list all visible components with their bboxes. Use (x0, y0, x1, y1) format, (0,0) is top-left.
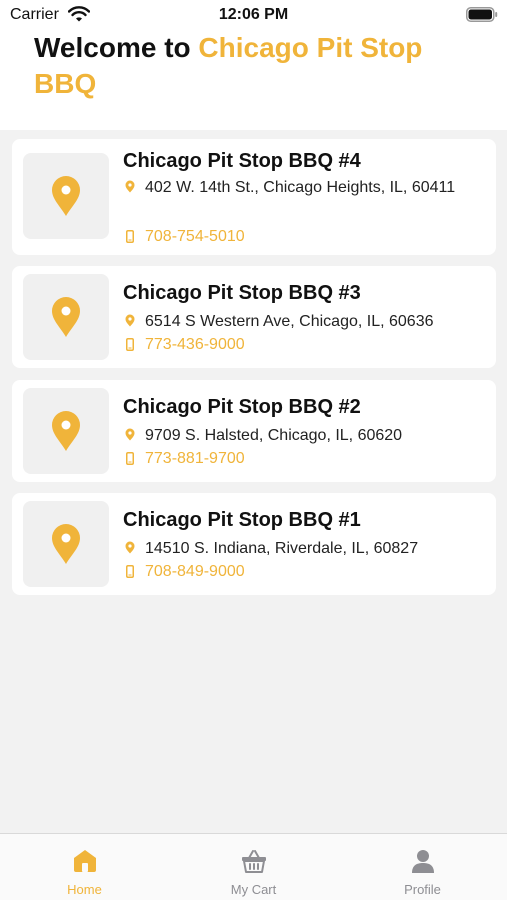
phone-row[interactable]: 708-754-5010 (123, 225, 245, 249)
location-address: 14510 S. Indiana, Riverdale, IL, 60827 (145, 540, 419, 557)
location-phone[interactable]: 708-754-5010 (145, 225, 245, 249)
person-icon (412, 850, 434, 873)
location-thumbnail (23, 388, 109, 474)
location-name: Chicago Pit Stop BBQ #3 (123, 282, 361, 304)
address-row: 6514 S Western Ave, Chicago, IL, 60636 (123, 310, 488, 334)
location-thumbnail (23, 501, 109, 587)
address-row: 14510 S. Indiana, Riverdale, IL, 60827 (123, 537, 488, 561)
address-pin-icon (125, 428, 135, 441)
address-row: 9709 S. Halsted, Chicago, IL, 60620 (123, 424, 488, 448)
tab-home-label: Home (67, 882, 102, 897)
status-time: 12:06 PM (218, 6, 289, 23)
phone-icon (126, 452, 134, 465)
title-prefix: Welcome to (34, 32, 199, 63)
address-pin-icon (125, 180, 135, 193)
phone-icon (126, 230, 134, 243)
location-card[interactable]: Chicago Pit Stop BBQ #4 402 W. 14th St.,… (12, 139, 496, 255)
map-pin-icon (52, 176, 80, 216)
map-pin-icon (52, 411, 80, 451)
location-card[interactable]: Chicago Pit Stop BBQ #2 9709 S. Halsted,… (12, 380, 496, 482)
phone-row[interactable]: 773-436-9000 (123, 333, 245, 357)
map-pin-icon (52, 297, 80, 337)
tab-profile[interactable]: Profile (338, 834, 507, 900)
location-name: Chicago Pit Stop BBQ #4 (123, 150, 361, 172)
basket-icon (242, 850, 266, 873)
tab-home[interactable]: Home (0, 834, 169, 900)
location-phone[interactable]: 708-849-9000 (145, 560, 245, 584)
address-row: 402 W. 14th St., Chicago Heights, IL, 60… (123, 176, 488, 200)
map-pin-icon (52, 524, 80, 564)
home-icon (74, 850, 96, 872)
tab-my-cart[interactable]: My Cart (169, 834, 338, 900)
location-thumbnail (23, 153, 109, 239)
header: Carrier 12:06 PM Welcome to Chicago Pit … (0, 0, 507, 130)
phone-icon (126, 565, 134, 578)
tab-my-cart-label: My Cart (230, 882, 277, 897)
location-phone[interactable]: 773-881-9700 (145, 447, 245, 471)
location-phone[interactable]: 773-436-9000 (145, 333, 245, 357)
location-name: Chicago Pit Stop BBQ #1 (123, 509, 361, 531)
tab-bar: Home My Cart Profile (0, 833, 507, 900)
location-thumbnail (23, 274, 109, 360)
tab-profile-label: Profile (404, 882, 441, 897)
location-address: 402 W. 14th St., Chicago Heights, IL, 60… (145, 179, 456, 196)
location-card[interactable]: Chicago Pit Stop BBQ #1 14510 S. Indiana… (12, 493, 496, 595)
status-bar: Carrier 12:06 PM (0, 0, 507, 30)
address-pin-icon (125, 541, 135, 554)
location-card[interactable]: Chicago Pit Stop BBQ #3 6514 S Western A… (12, 266, 496, 368)
location-address: 6514 S Western Ave, Chicago, IL, 60636 (145, 313, 434, 330)
phone-icon (126, 338, 134, 351)
location-name: Chicago Pit Stop BBQ #2 (123, 396, 361, 418)
page-title: Welcome to Chicago Pit Stop BBQ (34, 30, 474, 102)
location-address: 9709 S. Halsted, Chicago, IL, 60620 (145, 427, 403, 444)
phone-row[interactable]: 708-849-9000 (123, 560, 245, 584)
battery-icon (466, 7, 498, 22)
phone-row[interactable]: 773-881-9700 (123, 447, 245, 471)
address-pin-icon (125, 314, 135, 327)
